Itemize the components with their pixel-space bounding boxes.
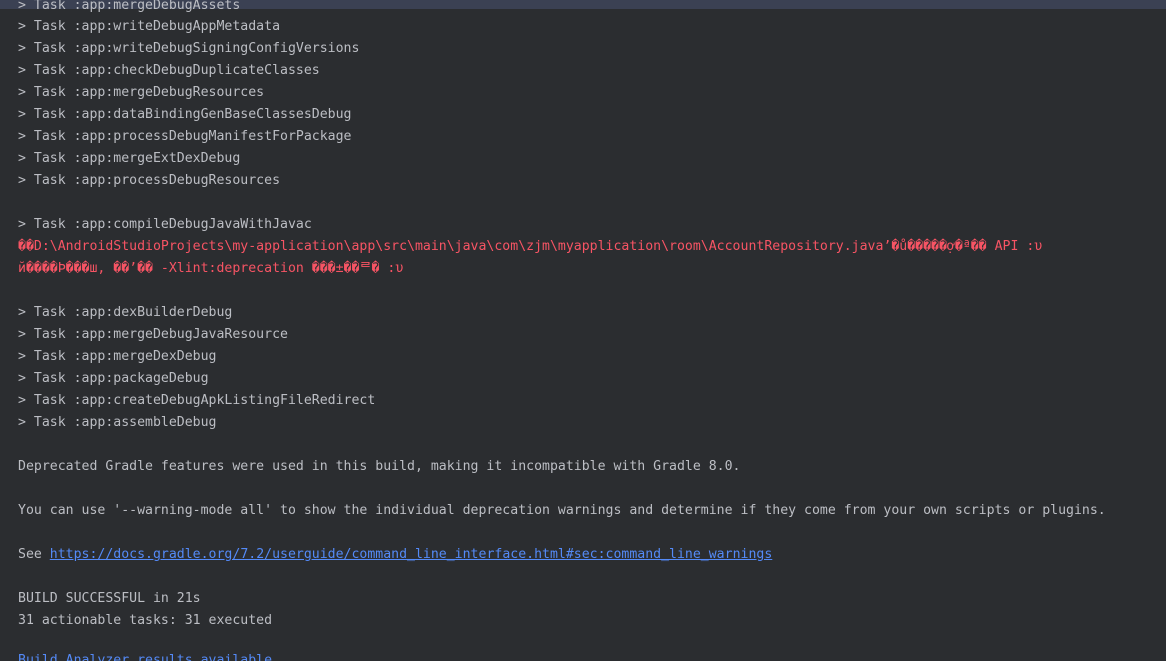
compile-warning-line: й����Þ���ш, ��’�� -Xlint:deprecation ���… [18,261,404,276]
task-line: > Task :app:mergeDebugResources [18,85,265,100]
task-line: > Task :app:assembleDebug [18,415,217,430]
task-line: > Task :app:checkDebugDuplicateClasses [18,63,320,78]
docs-line: See https://docs.gradle.org/7.2/userguid… [18,544,772,566]
build-result: BUILD SUCCESSFUL in 21s [18,591,201,606]
build-analyzer-link[interactable]: Build Analyzer results available [18,650,272,661]
task-line-clipped: > Task :app:mergeDebugAssets [18,0,241,13]
task-line: > Task :app:mergeDexDebug [18,349,217,364]
compile-warning-line: ��D:\AndroidStudioProjects\my-applicatio… [18,239,1043,254]
see-label: See [18,547,50,562]
task-line: > Task :app:dataBindingGenBaseClassesDeb… [18,107,352,122]
task-line-compile: > Task :app:compileDebugJavaWithJavac [18,217,312,232]
tasks-summary: 31 actionable tasks: 31 executed [18,613,273,628]
docs-link[interactable]: https://docs.gradle.org/7.2/userguide/co… [50,547,773,562]
task-line: > Task :app:writeDebugSigningConfigVersi… [18,41,360,56]
task-line: > Task :app:processDebugManifestForPacka… [18,129,352,144]
task-line: > Task :app:createDebugApkListingFileRed… [18,393,376,408]
build-output-console[interactable]: > Task :app:mergeDebugAssets > Task :app… [0,0,1166,661]
warning-mode-message: You can use '--warning-mode all' to show… [18,503,1106,518]
task-line: > Task :app:processDebugResources [18,173,281,188]
task-line: > Task :app:mergeExtDexDebug [18,151,241,166]
task-line: > Task :app:dexBuilderDebug [18,305,233,320]
deprecation-message: Deprecated Gradle features were used in … [18,459,741,474]
task-line: > Task :app:packageDebug [18,371,209,386]
task-line: > Task :app:mergeDebugJavaResource [18,327,288,342]
task-line: > Task :app:writeDebugAppMetadata [18,19,281,34]
